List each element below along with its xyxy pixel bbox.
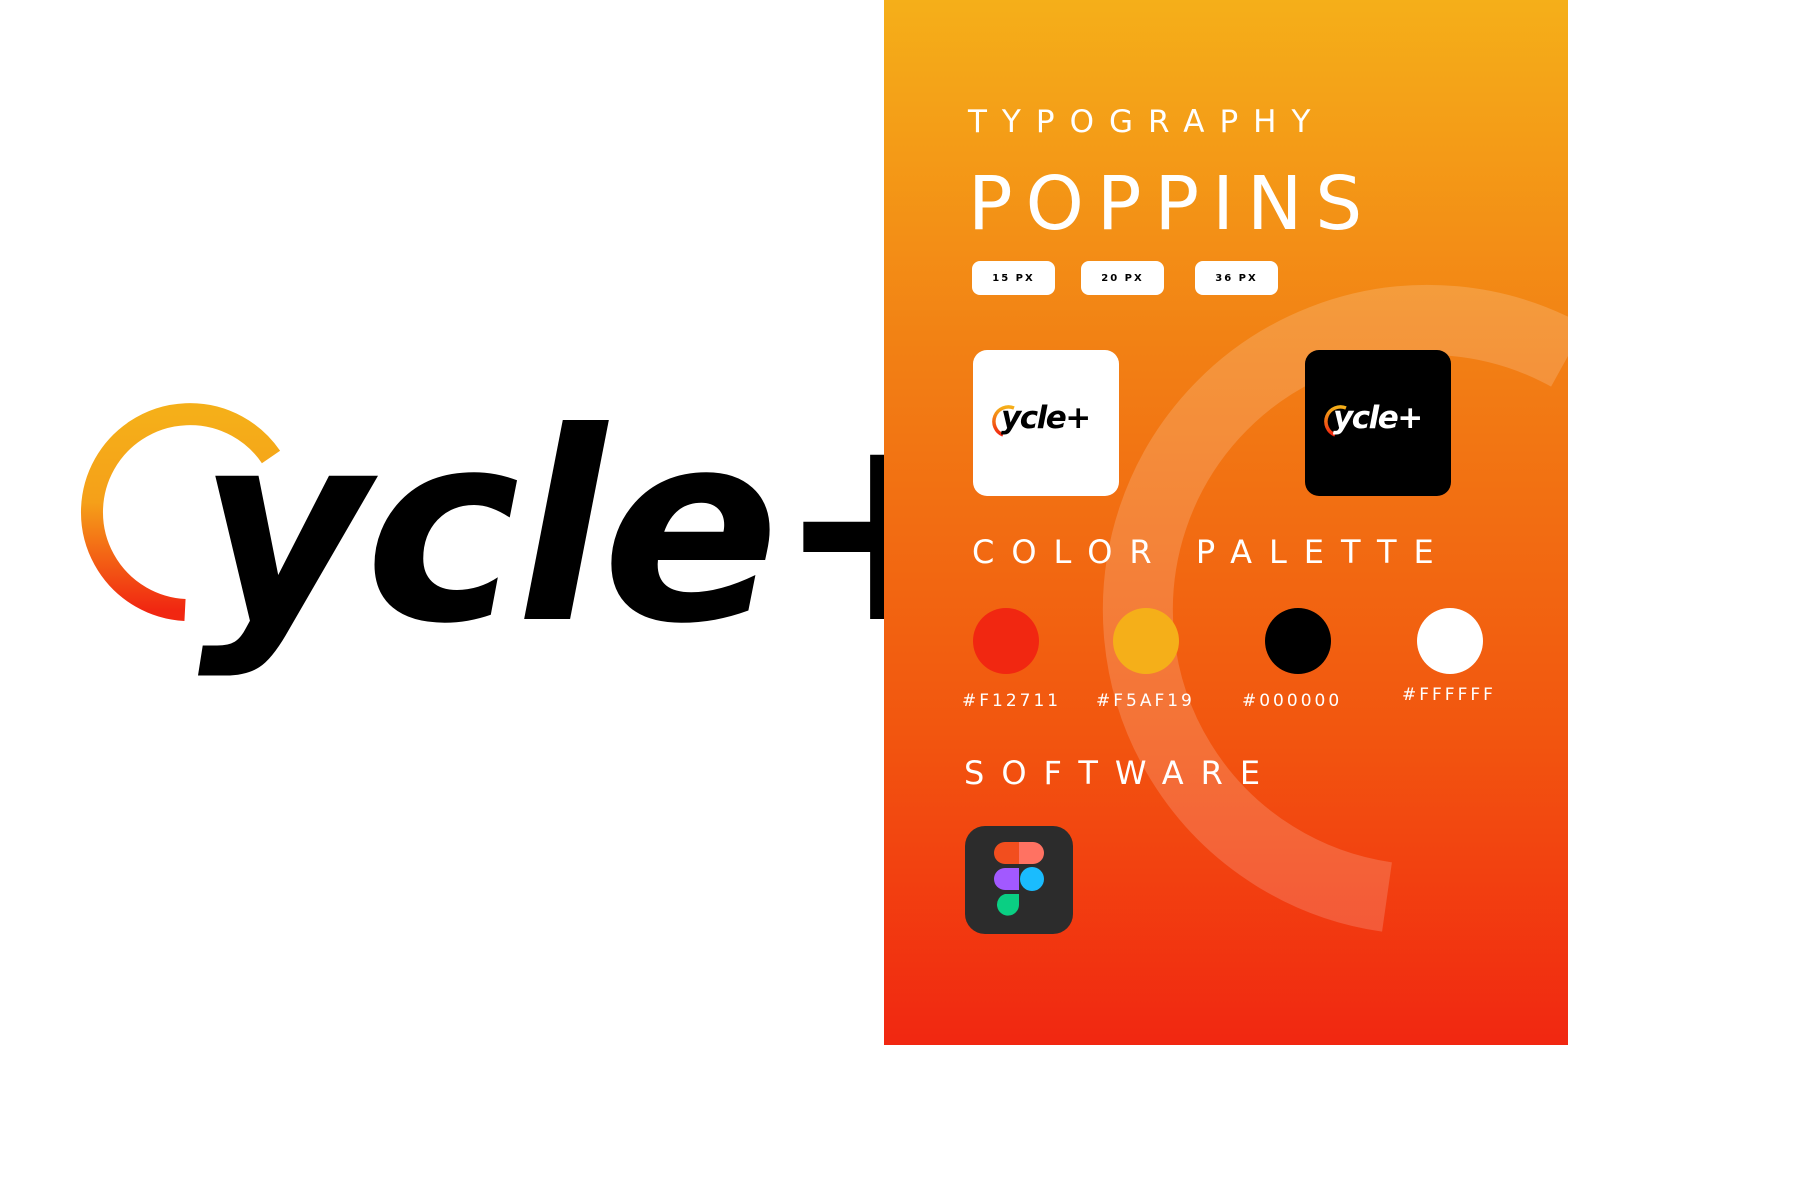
- app-icon-wordmark: ycle+: [1001, 400, 1091, 436]
- figma-logo-icon: [994, 842, 1044, 916]
- color-hex-label: #F5AF19: [1096, 691, 1195, 711]
- color-swatch: [1265, 608, 1331, 674]
- typography-heading: TYPOGRAPHY: [968, 104, 1326, 140]
- logo-panel: ycle+: [0, 0, 995, 1045]
- color-hex-label: #FFFFFF: [1402, 685, 1496, 705]
- color-palette-heading: COLOR PALETTE: [972, 533, 1451, 571]
- color-hex-label: #000000: [1242, 691, 1343, 711]
- color-swatch: [1113, 608, 1179, 674]
- app-icon-wordmark: ycle+: [1333, 400, 1423, 436]
- figma-icon: [965, 826, 1073, 934]
- brand-guide-panel: TYPOGRAPHY POPPINS 15 PX 20 PX 36 PX ycl…: [884, 0, 1568, 1045]
- logo-wordmark: ycle+: [198, 376, 995, 681]
- app-icon-light: ycle+: [973, 350, 1119, 496]
- color-swatch: [973, 608, 1039, 674]
- font-size-chip: 15 PX: [972, 261, 1055, 295]
- color-hex-label: #F12711: [962, 691, 1062, 711]
- font-name: POPPINS: [968, 161, 1376, 247]
- font-size-chip: 36 PX: [1195, 261, 1278, 295]
- app-icon-dark: ycle+: [1305, 350, 1451, 496]
- software-heading: SOFTWARE: [964, 754, 1278, 792]
- color-swatch: [1417, 608, 1483, 674]
- font-size-chip: 20 PX: [1081, 261, 1164, 295]
